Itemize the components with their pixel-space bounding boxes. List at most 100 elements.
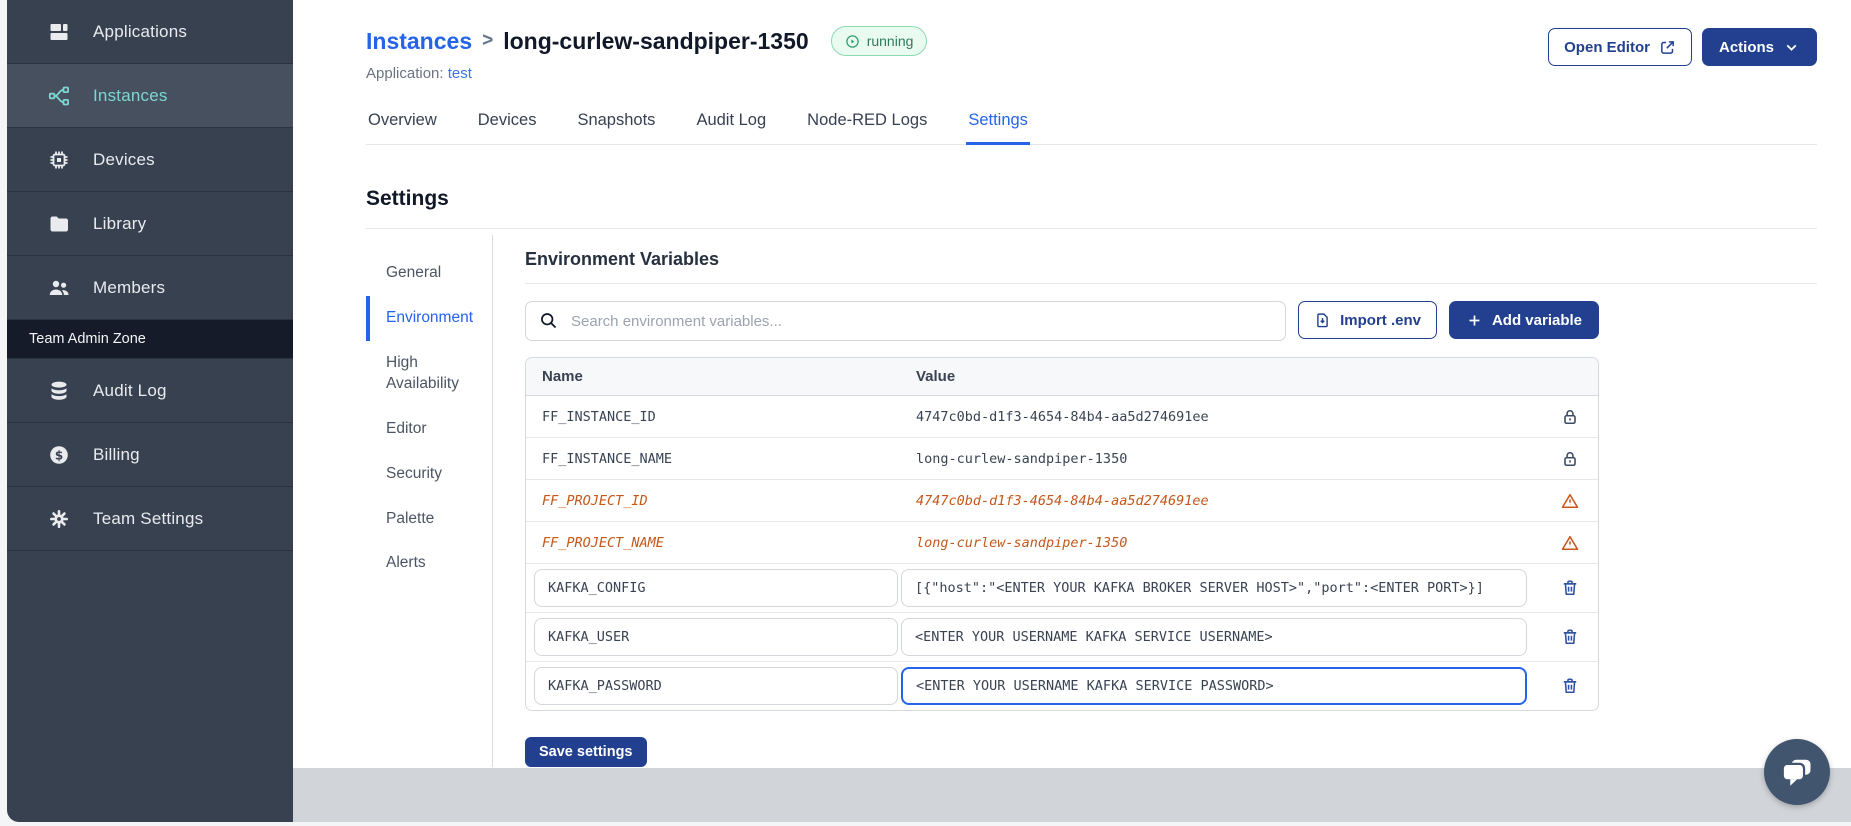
trash-icon	[1563, 678, 1577, 694]
main-content: Instances > long-curlew-sandpiper-1350 r…	[293, 0, 1851, 768]
instance-header: Instances > long-curlew-sandpiper-1350 r…	[293, 26, 1851, 145]
column-header-name: Name	[542, 368, 583, 385]
sidebar: Applications Instances Devices Library Membe…	[7, 0, 293, 822]
sidebar-item-label: Devices	[93, 149, 155, 169]
env-value: 4747c0bd-d1f3-4654-84b4-aa5d274691ee	[916, 492, 1209, 509]
tab-overview[interactable]: Overview	[366, 102, 439, 145]
tab-settings[interactable]: Settings	[966, 102, 1030, 145]
sidebar-item-library[interactable]: Library	[7, 192, 293, 256]
devices-icon	[47, 148, 71, 172]
breadcrumb-instances-link[interactable]: Instances	[366, 28, 472, 55]
add-variable-button[interactable]: Add variable	[1448, 301, 1599, 339]
team-settings-icon	[47, 507, 71, 531]
env-name: FF_INSTANCE_NAME	[542, 450, 673, 467]
search-input[interactable]	[525, 301, 1287, 341]
members-icon	[47, 276, 71, 300]
sidebar-item-audit-log[interactable]: Audit Log	[7, 359, 293, 423]
search-box	[525, 301, 1287, 341]
play-circle-icon	[845, 34, 859, 48]
env-name-input-kafka-config[interactable]	[534, 569, 898, 607]
env-name: FF_INSTANCE_ID	[542, 408, 656, 425]
breadcrumb: Instances > long-curlew-sandpiper-1350 r…	[366, 26, 1817, 66]
env-value: 4747c0bd-d1f3-4654-84b4-aa5d274691ee	[916, 408, 1209, 425]
sidebar-item-label: Members	[93, 277, 166, 297]
import-env-label: Import .env	[1340, 311, 1421, 329]
settings-nav-security[interactable]: Security	[366, 452, 492, 497]
application-label: Application:	[366, 65, 444, 82]
tab-devices[interactable]: Devices	[476, 102, 539, 145]
env-toolbar: Import .env Add variable	[525, 301, 1599, 341]
sidebar-item-applications[interactable]: Applications	[7, 0, 293, 64]
env-row-ff-instance-name: FF_INSTANCE_NAME long-curlew-sandpiper-13…	[526, 438, 1598, 480]
column-header-value: Value	[916, 368, 956, 385]
trash-icon	[1563, 629, 1577, 645]
sidebar-item-label: Instances	[93, 85, 168, 105]
library-icon	[47, 212, 71, 236]
sidebar-item-instances[interactable]: Instances	[7, 64, 293, 128]
header-actions: Open Editor Actions	[1548, 28, 1817, 66]
env-name-input-kafka-password[interactable]	[534, 667, 898, 705]
status-badge: running	[830, 26, 928, 56]
sidebar-item-members[interactable]: Members	[7, 256, 293, 320]
actions-button[interactable]: Actions	[1701, 28, 1817, 66]
lock-icon	[1560, 407, 1580, 427]
env-value-input-kafka-password[interactable]	[901, 667, 1527, 705]
external-link-icon	[1661, 40, 1674, 54]
sidebar-item-label: Team Settings	[93, 508, 204, 528]
settings-nav-general[interactable]: General	[366, 251, 492, 296]
env-name-input-kafka-user[interactable]	[534, 618, 898, 656]
env-table-header: Name Value	[526, 358, 1598, 396]
status-badge-label: running	[866, 33, 914, 49]
environment-panel: Environment Variables Import .env Ad	[492, 235, 1817, 767]
env-value-input-kafka-config[interactable]	[901, 569, 1527, 607]
tab-node-red-logs[interactable]: Node-RED Logs	[805, 102, 929, 145]
application-link[interactable]: test	[448, 65, 472, 82]
settings-section: Settings General Environment High Availabi…	[293, 187, 1851, 767]
sidebar-item-label: Library	[93, 213, 147, 233]
sidebar-item-billing[interactable]: $ Billing	[7, 423, 293, 487]
delete-variable-button[interactable]	[1558, 674, 1582, 698]
warning-icon	[1560, 533, 1580, 553]
delete-variable-button[interactable]	[1558, 625, 1582, 649]
sidebar-item-team-settings[interactable]: Team Settings	[7, 487, 293, 551]
sidebar-main-nav: Applications Instances Devices Library Membe…	[7, 0, 293, 320]
tab-audit-log[interactable]: Audit Log	[694, 102, 768, 145]
env-variables-table: Name Value FF_INSTANCE_ID 4747c0bd-d1f3-465…	[525, 357, 1599, 711]
delete-variable-button[interactable]	[1558, 576, 1582, 600]
billing-icon: $	[47, 443, 71, 467]
sidebar-item-devices[interactable]: Devices	[7, 128, 293, 192]
env-value: long-curlew-sandpiper-1350	[916, 534, 1128, 551]
sidebar-item-label: Audit Log	[93, 380, 167, 400]
env-row-kafka-user	[526, 613, 1598, 662]
env-row-kafka-password	[526, 662, 1598, 710]
open-editor-button[interactable]: Open Editor	[1548, 28, 1692, 66]
applications-icon	[47, 20, 71, 44]
sidebar-item-label: Applications	[93, 21, 188, 41]
add-variable-label: Add variable	[1491, 311, 1582, 329]
env-row-ff-project-id: FF_PROJECT_ID 4747c0bd-d1f3-4654-84b4-aa5…	[526, 480, 1598, 522]
lock-icon	[1560, 449, 1580, 469]
trash-icon	[1563, 580, 1577, 596]
tab-snapshots[interactable]: Snapshots	[575, 102, 657, 145]
search-icon	[541, 313, 557, 329]
page: Applications Instances Devices Library Membe…	[0, 0, 1851, 826]
env-value-input-kafka-user[interactable]	[901, 618, 1527, 656]
import-env-button[interactable]: Import .env	[1298, 301, 1437, 339]
sidebar-admin-nav: Audit Log $ Billing Team Settings	[7, 359, 293, 551]
save-settings-button[interactable]: Save settings	[525, 737, 647, 767]
audit-log-icon	[47, 379, 71, 403]
chat-launcher-button[interactable]	[1764, 739, 1830, 805]
env-row-ff-project-name: FF_PROJECT_NAME long-curlew-sandpiper-135…	[526, 522, 1598, 564]
env-value: long-curlew-sandpiper-1350	[916, 450, 1128, 467]
settings-title: Settings	[366, 187, 1817, 229]
settings-nav-palette[interactable]: Palette	[366, 497, 492, 542]
settings-nav-alerts[interactable]: Alerts	[366, 541, 492, 586]
svg-text:$: $	[55, 448, 63, 462]
settings-nav-environment[interactable]: Environment	[366, 295, 492, 341]
instance-name: long-curlew-sandpiper-1350	[503, 27, 809, 54]
document-download-icon	[1317, 312, 1328, 327]
settings-nav-editor[interactable]: Editor	[366, 407, 492, 452]
settings-subnav: General Environment High Availability Edito…	[366, 235, 492, 767]
env-name: FF_PROJECT_NAME	[542, 534, 664, 551]
settings-nav-high-availability[interactable]: High Availability	[366, 341, 492, 407]
